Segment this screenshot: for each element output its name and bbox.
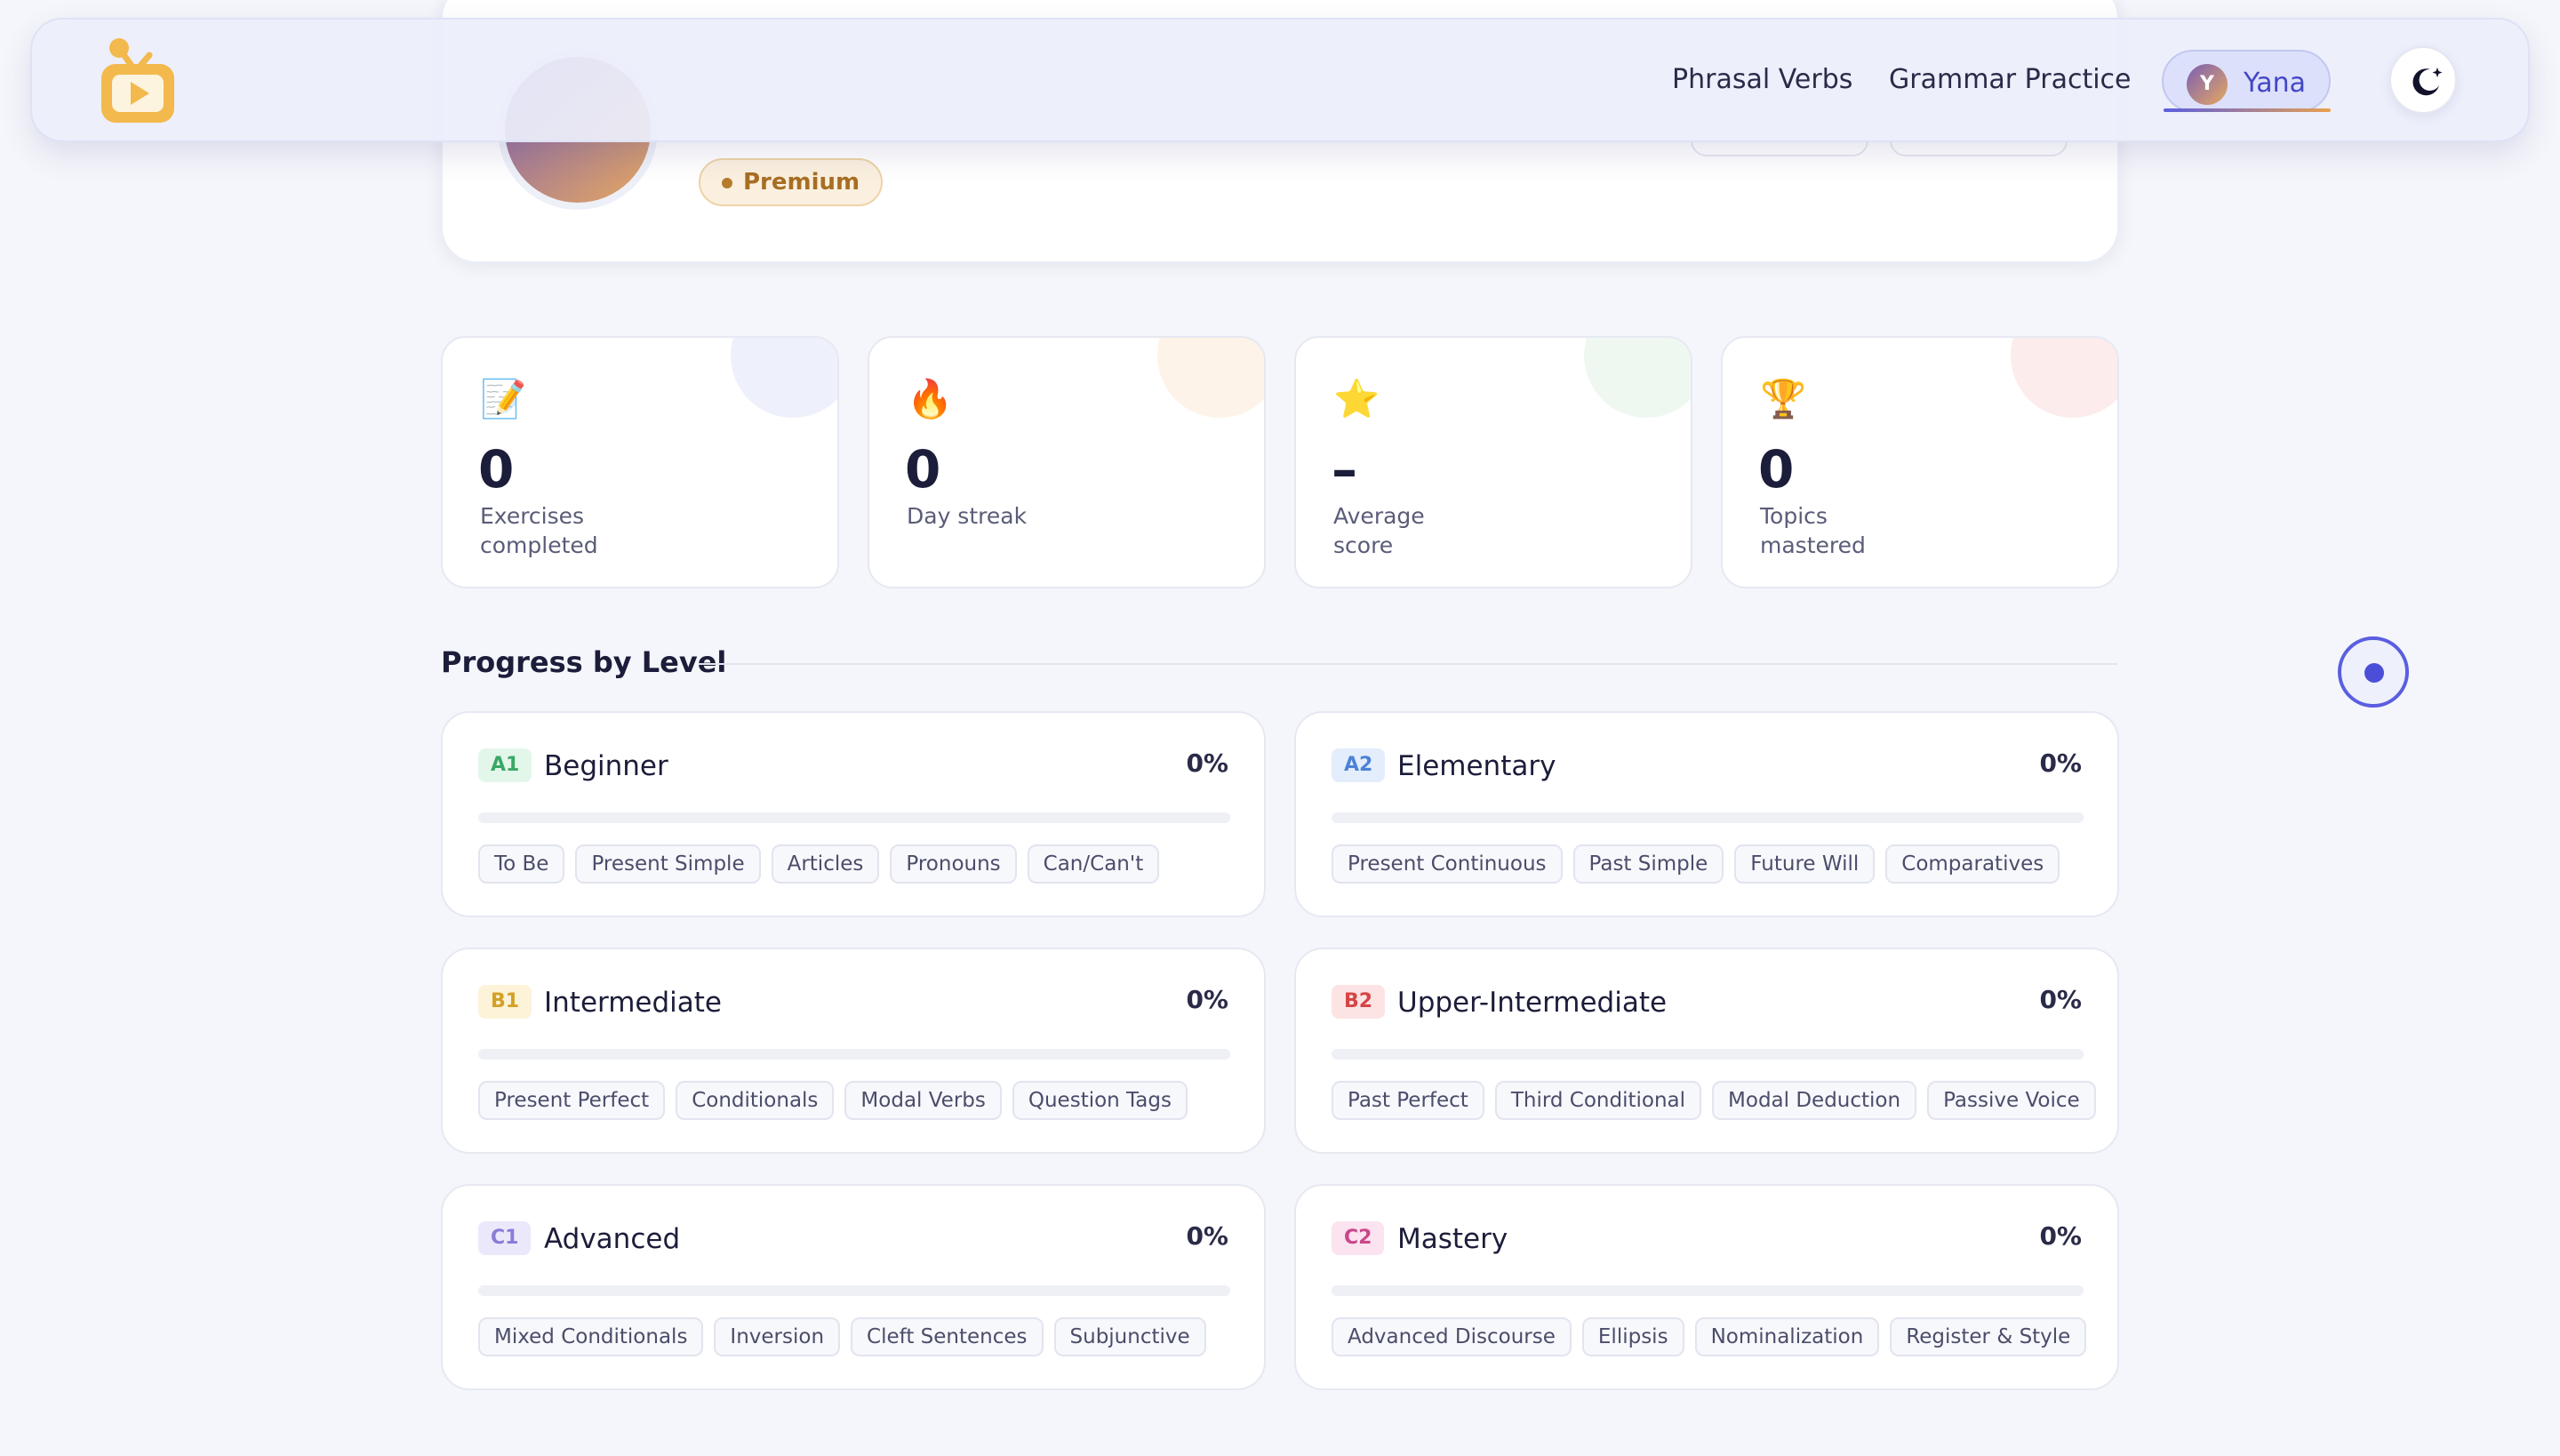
section-title-progress: Progress by Level (441, 645, 727, 679)
user-avatar: Y (2187, 64, 2228, 105)
stat-value: 0 (905, 439, 941, 500)
user-menu-underline (2164, 108, 2331, 112)
stat-card-topics: 🏆 0 Topics mastered (1721, 336, 2119, 588)
level-progress-bar (1332, 1049, 2084, 1060)
topic-chip-list: Present Perfect Conditionals Modal Verbs… (478, 1081, 1188, 1120)
theme-toggle-button[interactable] (2389, 46, 2457, 114)
topic-chip[interactable]: Mixed Conditionals (478, 1317, 704, 1356)
level-badge: B2 (1332, 985, 1386, 1019)
level-badge: A2 (1332, 748, 1386, 782)
stat-card-streak: 🔥 0 Day streak (868, 336, 1266, 588)
topic-chip[interactable]: Past Perfect (1332, 1081, 1484, 1120)
level-percent: 0% (1186, 1221, 1228, 1251)
stat-decoration (1584, 338, 1691, 418)
topic-chip[interactable]: Inversion (714, 1317, 841, 1356)
topic-chip[interactable]: Cleft Sentences (851, 1317, 1044, 1356)
topic-chip[interactable]: Passive Voice (1927, 1081, 2096, 1120)
stat-value: 0 (1758, 439, 1795, 500)
topic-chip-list: Present Continuous Past Simple Future Wi… (1332, 844, 2060, 884)
topic-chip-list: Mixed Conditionals Inversion Cleft Sente… (478, 1317, 1206, 1356)
topic-chip[interactable]: Nominalization (1694, 1317, 1880, 1356)
topic-chip-list: To Be Present Simple Articles Pronouns C… (478, 844, 1160, 884)
topic-chip-list: Advanced Discourse Ellipsis Nominalizati… (1332, 1317, 2087, 1356)
level-percent: 0% (1186, 985, 1228, 1014)
level-name: Mastery (1397, 1223, 1508, 1255)
topic-chip[interactable]: Third Conditional (1494, 1081, 1702, 1120)
premium-dot-icon (722, 178, 732, 188)
topic-chip[interactable]: Future Will (1734, 844, 1876, 884)
stat-value: – (1332, 439, 1357, 500)
scroll-indicator-dot (2364, 663, 2384, 683)
topic-chip[interactable]: Ellipsis (1581, 1317, 1684, 1356)
stat-card-exercises: 📝 0 Exercises completed (441, 336, 839, 588)
level-card-c1[interactable]: C1 Advanced 0% Mixed Conditionals Invers… (441, 1184, 1266, 1390)
topic-chip[interactable]: Modal Deduction (1712, 1081, 1917, 1120)
stat-label: Exercises completed (480, 503, 598, 558)
logo-icon[interactable] (100, 36, 176, 124)
level-name: Upper-Intermediate (1397, 987, 1668, 1019)
topic-chip[interactable]: Register & Style (1890, 1317, 2087, 1356)
stat-card-average-score: ⭐ – Average score (1294, 336, 1692, 588)
stat-decoration (2011, 338, 2117, 418)
level-progress-bar (478, 812, 1230, 823)
level-card-b1[interactable]: B1 Intermediate 0% Present Perfect Condi… (441, 948, 1266, 1154)
topic-chip[interactable]: Pronouns (890, 844, 1017, 884)
level-name: Intermediate (544, 987, 723, 1019)
level-badge: C2 (1332, 1221, 1385, 1255)
level-name: Beginner (544, 750, 668, 782)
star-icon: ⭐ (1333, 377, 1380, 420)
level-progress-bar (478, 1049, 1230, 1060)
level-badge: B1 (478, 985, 532, 1019)
memo-icon: 📝 (480, 377, 527, 420)
nav-link-phrasal-verbs[interactable]: Phrasal Verbs (1672, 64, 1852, 95)
trophy-icon: 🏆 (1760, 377, 1807, 420)
stat-value: 0 (478, 439, 515, 500)
level-name: Elementary (1397, 750, 1556, 782)
level-card-c2[interactable]: C2 Mastery 0% Advanced Discourse Ellipsi… (1294, 1184, 2119, 1390)
moon-icon (2412, 68, 2443, 96)
nav-link-grammar-practice[interactable]: Grammar Practice (1889, 64, 2132, 95)
topic-chip[interactable]: To Be (478, 844, 565, 884)
topic-chip[interactable]: Present Perfect (478, 1081, 666, 1120)
level-percent: 0% (1186, 748, 1228, 778)
topic-chip[interactable]: Advanced Discourse (1332, 1317, 1572, 1356)
stat-decoration (1157, 338, 1264, 418)
topic-chip[interactable]: Past Simple (1572, 844, 1724, 884)
section-divider (699, 663, 2117, 665)
topic-chip[interactable]: Subjunctive (1053, 1317, 1206, 1356)
level-card-b2[interactable]: B2 Upper-Intermediate 0% Past Perfect Th… (1294, 948, 2119, 1154)
topic-chip[interactable]: Present Continuous (1332, 844, 1563, 884)
top-navbar (30, 18, 2530, 142)
level-name: Advanced (544, 1223, 681, 1255)
level-percent: 0% (2039, 1221, 2082, 1251)
user-name: Yana (2244, 68, 2306, 99)
level-progress-bar (1332, 812, 2084, 823)
level-card-a2[interactable]: A2 Elementary 0% Present Continuous Past… (1294, 711, 2119, 917)
topic-chip[interactable]: Present Simple (575, 844, 761, 884)
topic-chip[interactable]: Conditionals (676, 1081, 835, 1120)
stat-label: Average score (1333, 503, 1425, 558)
level-percent: 0% (2039, 748, 2082, 778)
level-card-a1[interactable]: A1 Beginner 0% To Be Present Simple Arti… (441, 711, 1266, 917)
topic-chip[interactable]: Articles (771, 844, 880, 884)
topic-chip-list: Past Perfect Third Conditional Modal Ded… (1332, 1081, 2096, 1120)
topic-chip[interactable]: Question Tags (1012, 1081, 1188, 1120)
level-progress-bar (478, 1285, 1230, 1296)
level-percent: 0% (2039, 985, 2082, 1014)
topic-chip[interactable]: Can/Can't (1027, 844, 1160, 884)
stat-label: Day streak (907, 503, 1028, 529)
topic-chip[interactable]: Modal Verbs (844, 1081, 1002, 1120)
topic-chip[interactable]: Comparatives (1885, 844, 2060, 884)
fire-icon: 🔥 (907, 377, 954, 420)
level-badge: C1 (478, 1221, 532, 1255)
level-badge: A1 (478, 748, 532, 782)
stat-decoration (731, 338, 837, 418)
stat-label: Topics mastered (1760, 503, 1866, 558)
level-progress-bar (1332, 1285, 2084, 1296)
